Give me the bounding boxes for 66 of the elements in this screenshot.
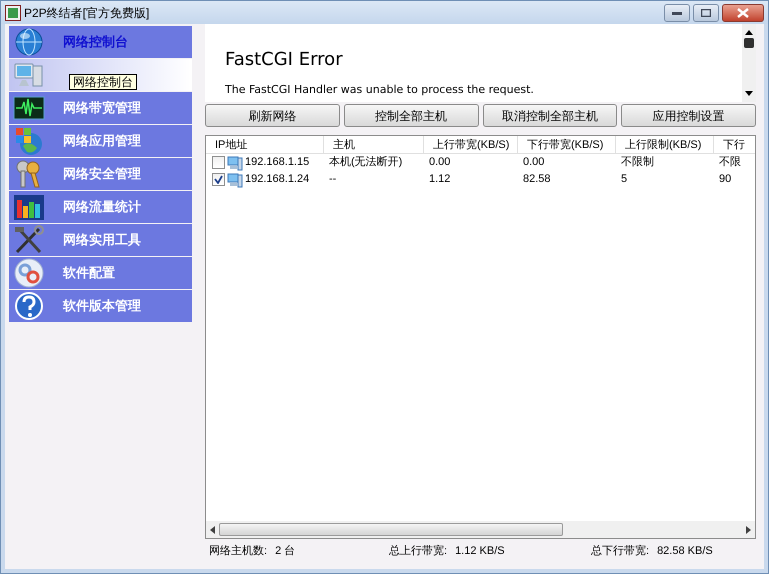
vertical-scrollbar[interactable] <box>742 24 756 102</box>
column-header[interactable]: 下行 <box>714 136 755 153</box>
scroll-thumb[interactable] <box>744 38 754 48</box>
status-value: 2 台 <box>275 544 296 559</box>
window-title: P2P终结者[官方免费版] <box>24 4 150 22</box>
maximize-button[interactable] <box>693 4 719 22</box>
toolbar-button[interactable]: 取消控制全部主机 <box>482 104 618 127</box>
sidebar-item[interactable]: 网络流量统计 <box>9 191 192 223</box>
status-label: 总下行带宽: <box>591 544 650 559</box>
column-header[interactable]: 主机 <box>324 136 424 153</box>
table-cell-text: 不限制 <box>621 155 654 170</box>
column-header[interactable]: IP地址 <box>206 136 324 153</box>
sidebar-item[interactable]: 网络控制台 <box>9 59 192 91</box>
left-arrow-icon <box>210 526 215 534</box>
sidebar-item[interactable]: 网络带宽管理 <box>9 92 192 124</box>
table-cell-text: 90 <box>719 172 732 188</box>
tools-icon <box>13 225 45 255</box>
gears-icon <box>13 258 45 288</box>
error-message: The FastCGI Handler was unable to process the request. <box>225 83 535 96</box>
error-heading: FastCGI Error <box>225 48 344 72</box>
globe-icon <box>13 27 45 57</box>
table-cell-text: 5 <box>621 172 628 188</box>
table-cell-text: 1.12 <box>429 172 450 188</box>
row-checkbox[interactable] <box>212 156 225 169</box>
table-cell-text: 82.58 <box>523 172 551 188</box>
sidebar-item[interactable]: 软件配置 <box>9 257 192 289</box>
table-cell-text: 0.00 <box>523 155 544 170</box>
bar-chart-icon <box>13 192 45 222</box>
sidebar-item[interactable]: 软件版本管理 <box>9 290 192 322</box>
globe-icon <box>13 126 45 156</box>
status-label: 网络主机数: <box>209 544 268 559</box>
sidebar-item[interactable]: 网络应用管理 <box>9 125 192 157</box>
sidebar-item[interactable]: 网络实用工具 <box>9 224 192 256</box>
scroll-thumb[interactable] <box>219 523 563 536</box>
maximize-icon <box>701 8 711 16</box>
toolbar-button[interactable]: 控制全部主机 <box>344 104 478 127</box>
status-value: 1.12 KB/S <box>455 544 505 559</box>
status-value: 82.58 KB/S <box>657 544 713 559</box>
table-cell-text: -- <box>329 172 336 188</box>
up-arrow-icon <box>745 30 753 35</box>
column-header[interactable]: 上行带宽(KB/S) <box>424 136 518 153</box>
tooltip: 网络控制台 <box>69 74 137 90</box>
table-cell-text: 不限 <box>719 155 741 170</box>
close-button[interactable] <box>722 4 764 22</box>
minimize-button[interactable] <box>664 4 690 22</box>
computer-icon <box>227 172 243 188</box>
column-header[interactable]: 上行限制(KB/S) <box>616 136 714 153</box>
help-icon <box>13 291 45 321</box>
table-cell-text: 0.00 <box>429 155 450 170</box>
check-icon <box>214 175 223 184</box>
row-checkbox[interactable] <box>212 173 225 186</box>
column-header[interactable]: 下行带宽(KB/S) <box>518 136 616 153</box>
right-arrow-icon <box>746 526 751 534</box>
table-cell-text: 192.168.1.24 <box>245 172 310 188</box>
table-cell-text: 192.168.1.15 <box>245 155 310 170</box>
close-icon <box>737 8 749 18</box>
app-icon <box>5 4 21 20</box>
table-cell-text: 本机(无法断开) <box>329 155 402 170</box>
computer-icon <box>227 154 243 170</box>
status-label: 总上行带宽: <box>389 544 448 559</box>
minimize-icon <box>672 10 682 14</box>
down-arrow-icon <box>745 91 753 96</box>
toolbar-button[interactable]: 应用控制设置 <box>621 104 756 127</box>
toolbar-button[interactable]: 刷新网络 <box>205 104 340 127</box>
sidebar-item[interactable]: 网络安全管理 <box>9 158 192 190</box>
horizontal-scrollbar[interactable] <box>206 521 755 538</box>
